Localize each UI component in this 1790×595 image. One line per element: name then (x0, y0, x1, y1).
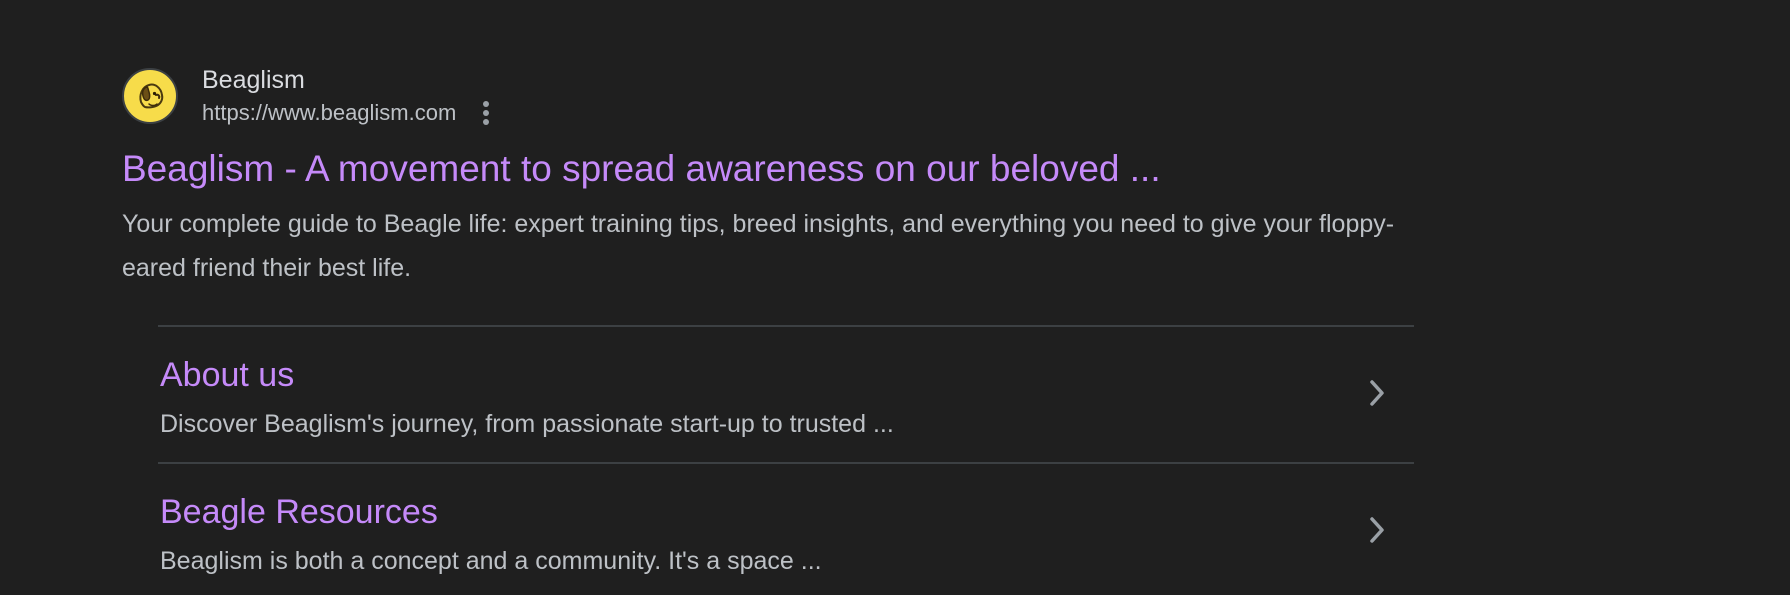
search-results-page: Beaglism https://www.beaglism.com Beagli… (0, 0, 1790, 595)
site-name[interactable]: Beaglism (202, 64, 494, 96)
three-dots-vertical-icon[interactable] (478, 98, 494, 128)
sitelink-description: Beaglism is both a concept and a communi… (160, 547, 822, 575)
result-snippet: Your complete guide to Beagle life: expe… (122, 210, 1395, 282)
beagle-head-icon (122, 68, 178, 124)
chevron-right-icon[interactable] (1366, 514, 1388, 546)
sitelink-about-us[interactable]: About us Discover Beaglism's journey, fr… (158, 325, 1414, 462)
sitelink-beagle-resources[interactable]: Beagle Resources Beaglism is both a conc… (158, 462, 1414, 595)
result-title-link[interactable]: Beaglism - A movement to spread awarenes… (122, 144, 1414, 194)
sitelink-title[interactable]: Beagle Resources (160, 490, 438, 534)
site-header[interactable]: Beaglism https://www.beaglism.com (122, 60, 1414, 132)
sitelink-title[interactable]: About us (160, 353, 294, 397)
sitelinks: About us Discover Beaglism's journey, fr… (158, 325, 1414, 595)
chevron-right-icon[interactable] (1366, 377, 1388, 409)
site-url[interactable]: https://www.beaglism.com (202, 98, 456, 128)
sitelink-description: Discover Beaglism's journey, from passio… (160, 410, 894, 438)
search-result: Beaglism https://www.beaglism.com Beagli… (122, 60, 1414, 290)
